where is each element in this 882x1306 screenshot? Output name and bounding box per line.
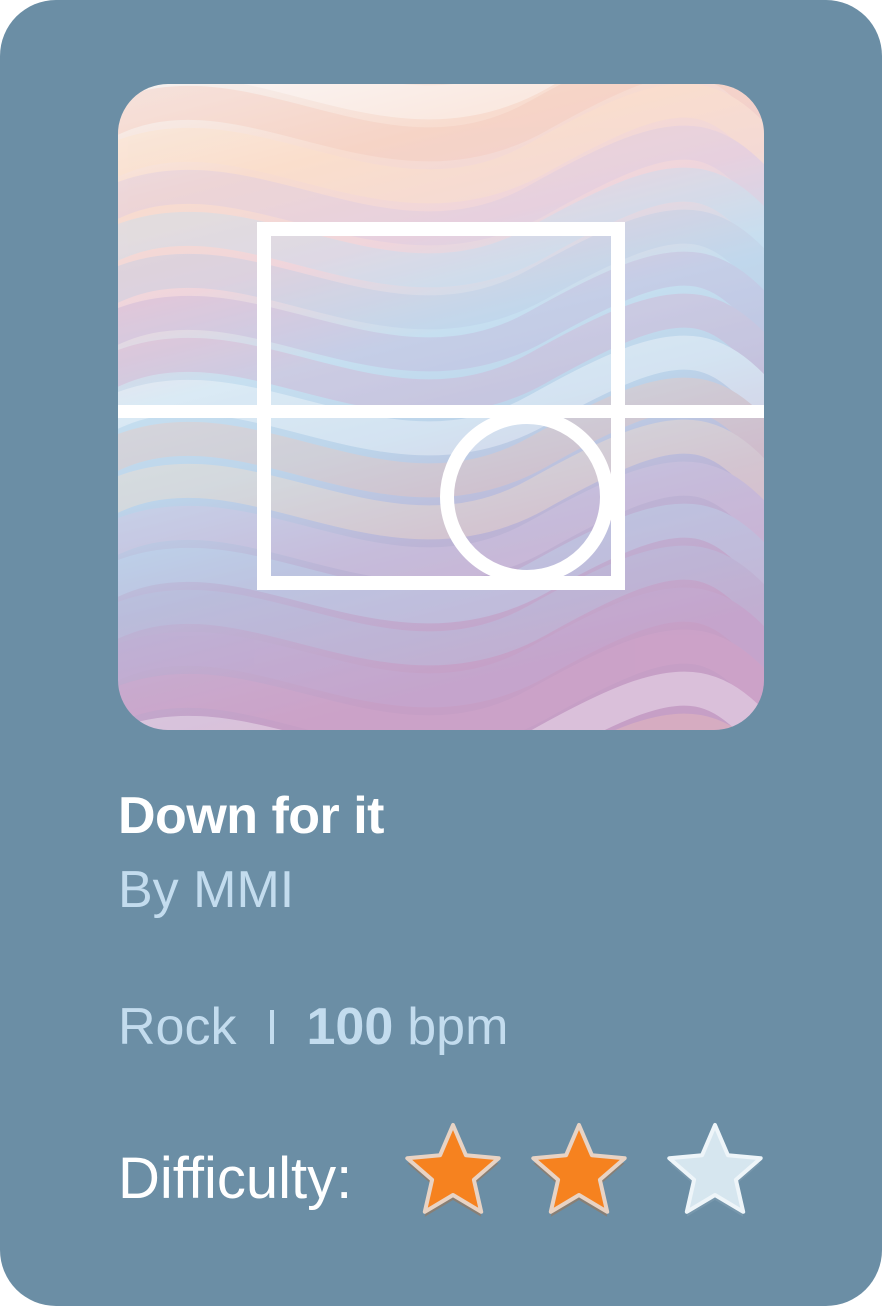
- song-artist: By MMI: [118, 861, 295, 919]
- star-icon-3: [667, 1123, 763, 1217]
- star-icon-2: [531, 1123, 627, 1217]
- bpm-unit: bpm: [407, 998, 509, 1056]
- album-cover[interactable]: [118, 84, 764, 730]
- star-icon-1: [405, 1123, 501, 1217]
- album-cover-art: [118, 84, 764, 730]
- bpm-value: 100: [306, 998, 394, 1056]
- song-title: Down for it: [118, 787, 385, 845]
- difficulty-label: Difficulty:: [118, 1146, 353, 1211]
- song-meta: Rock 100 bpm: [118, 997, 508, 1057]
- meta-divider: [270, 1010, 275, 1044]
- genre-label: Rock: [118, 998, 237, 1056]
- song-card[interactable]: Down for it By MMI Rock 100 bpm Difficul…: [0, 0, 882, 1306]
- difficulty-rating: [398, 1118, 770, 1228]
